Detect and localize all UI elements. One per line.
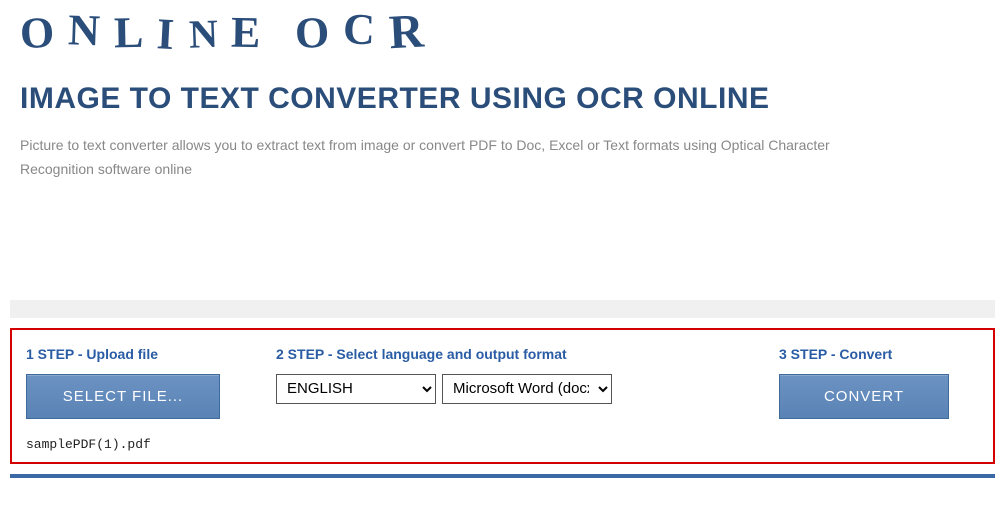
logo-text: ONLINEOCR bbox=[20, 4, 437, 59]
convert-button[interactable]: CONVERT bbox=[779, 374, 949, 419]
steps-panel: 1 STEP - Upload file SELECT FILE... 2 ST… bbox=[10, 328, 995, 464]
step-3-column: 3 STEP - Convert CONVERT bbox=[779, 346, 979, 419]
step-1-column: 1 STEP - Upload file SELECT FILE... bbox=[26, 346, 236, 419]
uploaded-filename: samplePDF(1).pdf bbox=[26, 437, 979, 452]
page-description: Picture to text converter allows you to … bbox=[20, 134, 890, 182]
step-2-label: 2 STEP - Select language and output form… bbox=[276, 346, 646, 362]
step-1-label: 1 STEP - Upload file bbox=[26, 346, 236, 362]
bottom-divider bbox=[10, 474, 995, 478]
select-file-button[interactable]: SELECT FILE... bbox=[26, 374, 220, 419]
page-title: IMAGE TO TEXT CONVERTER USING OCR ONLINE bbox=[20, 82, 985, 116]
step-2-column: 2 STEP - Select language and output form… bbox=[276, 346, 646, 419]
language-select[interactable]: ENGLISH bbox=[276, 374, 436, 404]
logo: ONLINEOCR bbox=[0, 0, 1005, 72]
divider-bar bbox=[10, 300, 995, 318]
step-3-label: 3 STEP - Convert bbox=[779, 346, 979, 362]
output-format-select[interactable]: Microsoft Word (docx) bbox=[442, 374, 612, 404]
